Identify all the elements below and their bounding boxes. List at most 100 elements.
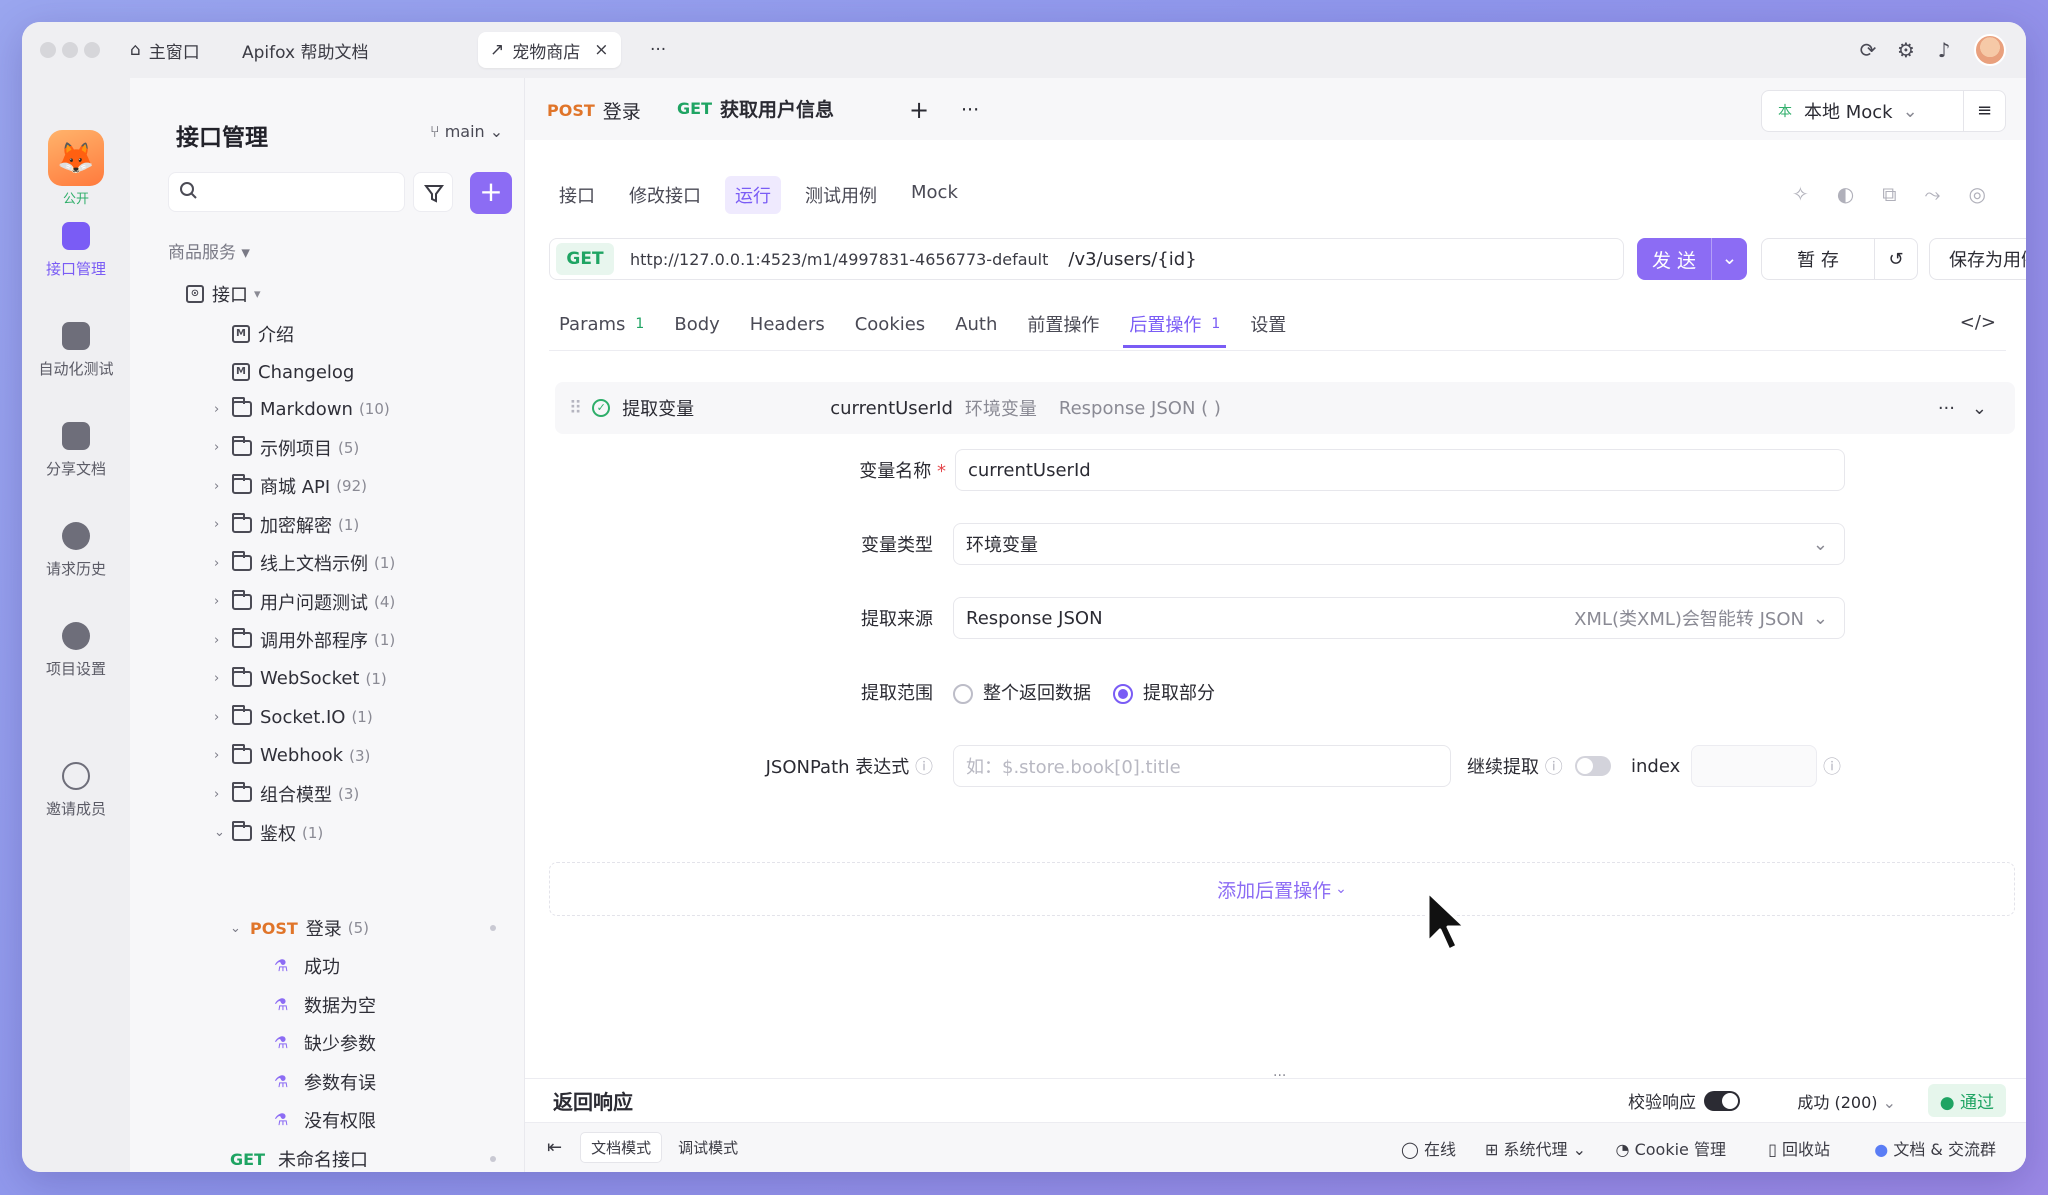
code-icon[interactable]: </> <box>1960 312 1996 333</box>
tree-folder[interactable]: › Webhook (3) <box>214 738 370 774</box>
rail-item-invite[interactable]: 邀请成员 <box>22 762 130 819</box>
settings-icon[interactable]: ◎ <box>1969 182 1986 206</box>
request-tab-login[interactable]: POST 登录 <box>547 90 641 130</box>
branch-selector[interactable]: ⑂ main ⌄ <box>430 122 503 141</box>
doc-mode-button[interactable]: 文档模式 <box>580 1132 663 1163</box>
add-api-button[interactable]: + <box>470 172 512 214</box>
reset-icon[interactable]: ↺ <box>1874 238 1918 280</box>
zoom-window-button[interactable] <box>84 42 100 58</box>
compass-icon[interactable]: ◐ <box>1837 182 1854 206</box>
tree-folder[interactable]: › 用户问题测试 (4) <box>214 584 395 620</box>
tab-help-docs[interactable]: Apifox 帮助文档 <box>230 32 380 68</box>
tree-folder[interactable]: › 组合模型 (3) <box>214 776 359 812</box>
group-selector[interactable]: 商品服务 ▾ <box>168 238 250 263</box>
jsonpath-input[interactable]: 如：$.store.book[0].title <box>953 745 1451 787</box>
tab-post-ops[interactable]: 后置操作 1 <box>1123 302 1227 348</box>
subtab-edit[interactable]: 修改接口 <box>619 176 711 214</box>
copy-icon[interactable]: ⧉ <box>1882 182 1896 206</box>
rail-item-share-docs[interactable]: 分享文档 <box>22 422 130 479</box>
gear-icon[interactable]: ⚙ <box>1894 38 1918 62</box>
new-tab-button[interactable]: + <box>909 90 929 130</box>
minimize-window-button[interactable] <box>62 42 78 58</box>
tab-params[interactable]: Params 1 <box>559 302 644 346</box>
add-post-op-button[interactable]: 添加后置操作 ⌄ <box>549 862 2015 916</box>
tree-folder[interactable]: › 示例项目 (5) <box>214 430 359 466</box>
more-tabs-button[interactable]: ··· <box>638 32 678 68</box>
tree-folder[interactable]: › WebSocket (1) <box>214 661 387 697</box>
tree-test-case[interactable]: ⚗ 数据为空 <box>274 987 376 1023</box>
tab-body[interactable]: Body <box>674 302 719 346</box>
bell-icon[interactable]: ♪ <box>1932 38 1956 62</box>
tree-folder[interactable]: › Markdown (10) <box>214 391 390 427</box>
rail-item-project-settings[interactable]: 项目设置 <box>22 622 130 679</box>
extract-source-select[interactable]: Response JSON XML(类XML)会智能转 JSON ⌄ <box>953 597 1845 639</box>
check-icon[interactable]: ✓ <box>592 399 611 417</box>
rail-item-automation[interactable]: 自动化测试 <box>22 322 130 379</box>
tree-folder[interactable]: › 线上文档示例 (1) <box>214 545 395 581</box>
tab-settings[interactable]: 设置 <box>1250 302 1286 346</box>
tree-folder[interactable]: › Socket.IO (1) <box>214 699 373 735</box>
post-op-extract-variable[interactable]: ⠿ ✓ 提取变量 currentUserId 环境变量 Response JSO… <box>555 382 2015 434</box>
debug-mode-button[interactable]: 调试模式 <box>668 1133 748 1162</box>
rail-item-api-management[interactable]: 接口管理 <box>22 222 130 279</box>
tree-folder[interactable]: › 调用外部程序 (1) <box>214 622 395 658</box>
filter-button[interactable] <box>413 172 453 212</box>
more-tabs-button[interactable]: ··· <box>961 90 979 130</box>
close-tab-icon[interactable]: × <box>594 40 608 60</box>
tree-test-case[interactable]: ⚗ 成功 <box>274 948 340 984</box>
tab-main-window[interactable]: ⌂ 主窗口 <box>118 32 212 68</box>
tree-test-case[interactable]: ⚗ 没有权限 <box>274 1102 376 1138</box>
tree-folder[interactable]: › 加密解密 (1) <box>214 507 359 543</box>
url-input[interactable]: GET http://127.0.0.1:4523/m1/4997831-465… <box>549 238 1624 280</box>
index-input[interactable] <box>1691 745 1817 787</box>
request-tab-get-user[interactable]: GET 获取用户信息 <box>677 90 834 130</box>
continue-extract-toggle[interactable] <box>1575 756 1611 776</box>
magic-icon[interactable]: ✧ <box>1792 182 1809 206</box>
tree-endpoint[interactable]: GET 未命名接口 <box>230 1141 368 1172</box>
help-icon[interactable]: ⓘ <box>1545 757 1563 778</box>
share-icon[interactable]: ⤳ <box>1925 182 1941 206</box>
community-button[interactable]: ● 文档 & 交流群 <box>1874 1136 1996 1160</box>
save-temp-button[interactable]: 暂 存 <box>1761 238 1875 280</box>
sync-icon[interactable]: ⟳ <box>1856 38 1880 62</box>
tree-folder[interactable]: ⌄ 鉴权 (1) <box>214 815 323 851</box>
tree-test-case[interactable]: ⚗ 缺少参数 <box>274 1025 376 1061</box>
rail-item-history[interactable]: 请求历史 <box>22 522 130 579</box>
method-selector[interactable]: GET <box>556 243 614 275</box>
drag-handle-icon[interactable]: ⠿ <box>569 398 582 419</box>
save-as-case-button[interactable]: 保存为用例 <box>1929 238 2026 280</box>
menu-icon[interactable]: ≡ <box>1963 91 2005 131</box>
tab-auth[interactable]: Auth <box>955 302 997 346</box>
tree-root-api[interactable]: ⊙ 接口 ▾ <box>186 276 261 312</box>
trash-button[interactable]: ▯ 回收站 <box>1768 1136 1830 1160</box>
help-icon[interactable]: ⓘ <box>1823 753 1841 779</box>
chevron-down-icon[interactable]: ⌄ <box>1972 398 1987 419</box>
tab-headers[interactable]: Headers <box>750 302 825 346</box>
chevron-down-icon[interactable]: ⌄ <box>1711 238 1747 280</box>
mock-environment-selector[interactable]: 本 本地 Mock ⌄ ≡ <box>1761 90 2006 132</box>
cookie-manager[interactable]: ◔ Cookie 管理 <box>1616 1136 1726 1160</box>
more-icon[interactable]: ··· <box>1938 398 1955 419</box>
close-window-button[interactable] <box>40 42 56 58</box>
tree-item-changelog[interactable]: M Changelog <box>232 354 354 390</box>
tree-folder[interactable]: › 商城 API (92) <box>214 468 367 504</box>
tab-pre-ops[interactable]: 前置操作 <box>1027 302 1099 346</box>
radio-partial[interactable]: 提取部分 <box>1113 679 1215 705</box>
user-avatar[interactable] <box>1974 34 2006 66</box>
subtab-mock[interactable]: Mock <box>901 176 968 214</box>
variable-type-select[interactable]: 环境变量 ⌄ <box>953 523 1845 565</box>
collapse-sidebar-icon[interactable]: ⇤ <box>547 1137 562 1158</box>
tree-item-login[interactable]: ⌄ POST 登录 (5) <box>230 910 369 946</box>
subtab-api[interactable]: 接口 <box>549 176 605 214</box>
radio-whole-response[interactable]: 整个返回数据 <box>953 679 1091 705</box>
validate-toggle[interactable] <box>1704 1090 1740 1111</box>
tree-search-input[interactable] <box>168 172 405 212</box>
subtab-test-cases[interactable]: 测试用例 <box>795 176 887 214</box>
tab-pet-store[interactable]: ↗ 宠物商店 × <box>478 32 621 68</box>
help-icon[interactable]: ⓘ <box>915 757 933 778</box>
subtab-run[interactable]: 运行 <box>725 176 781 214</box>
send-button[interactable]: 发 送 ⌄ <box>1637 238 1747 280</box>
variable-name-input[interactable]: currentUserId <box>955 449 1845 491</box>
tree-test-case[interactable]: ⚗ 参数有误 <box>274 1064 376 1100</box>
online-status[interactable]: ◯ 在线 <box>1401 1136 1456 1160</box>
